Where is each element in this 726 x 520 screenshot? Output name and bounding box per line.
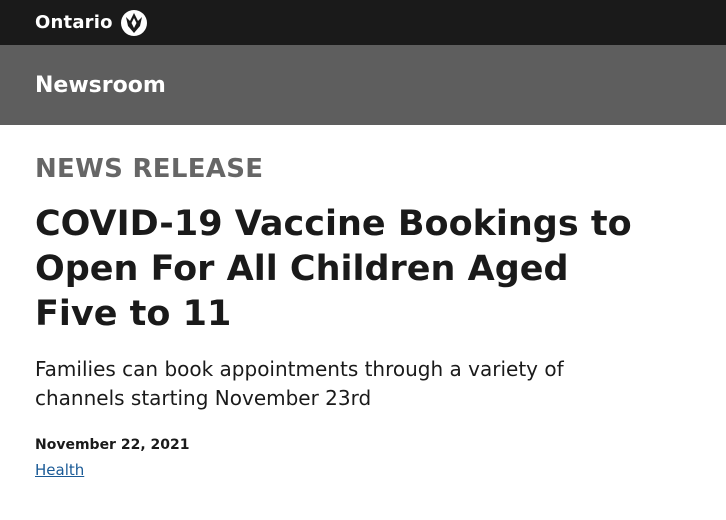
article-subtitle: Families can book appointments through a… — [35, 357, 564, 410]
publish-date: November 22, 2021 — [35, 437, 190, 453]
newsroom-link[interactable]: Newsroom — [35, 73, 166, 98]
article: NEWS RELEASE COVID-19 Vaccine Bookings t… — [35, 125, 675, 480]
newsroom-banner: Newsroom — [0, 45, 726, 125]
ontario-home-link[interactable]: Ontario — [35, 8, 149, 38]
news-release-label: NEWS RELEASE — [35, 154, 264, 184]
topic-link-health[interactable]: Health — [35, 461, 84, 479]
page-title: COVID-19 Vaccine Bookings to Open For Al… — [35, 204, 632, 334]
ontario-trillium-icon — [119, 8, 149, 38]
brand-name: Ontario — [35, 12, 113, 33]
site-header: Ontario — [0, 0, 726, 45]
